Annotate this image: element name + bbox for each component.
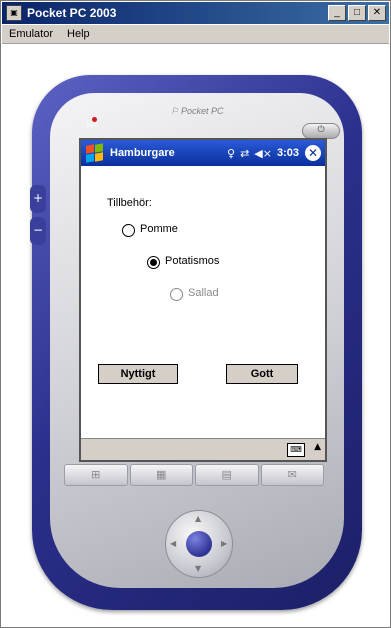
radio-sallad — [170, 288, 183, 301]
dpad-left-icon[interactable]: ◀ — [170, 539, 176, 548]
radio-potatismos[interactable] — [147, 256, 160, 269]
brand-label: Pocket PC — [181, 106, 224, 116]
minimize-button[interactable]: _ — [328, 5, 346, 21]
nyttigt-button[interactable]: Nyttigt — [98, 364, 178, 384]
start-flag-green — [95, 143, 103, 153]
calendar-icon[interactable]: ▦ — [129, 464, 193, 486]
device-screen: Hamburgare ♀ ⇄ ◀× 3:03 ✕ Tillbehör: Pomm… — [79, 138, 327, 462]
emulator-client-area: ⚐ Pocket PC REC + − ⏻ Hamburgare ♀ ⇄ ◀× — [2, 44, 389, 627]
emulator-window: ▣ Pocket PC 2003 _ □ ✕ Emulator Help ⚐ P… — [0, 0, 391, 628]
keyboard-icon[interactable]: ⌨ — [287, 443, 305, 457]
nav-title[interactable]: Hamburgare — [110, 147, 227, 159]
hardware-button-bar: ⊞ ▦ ▤ ✉ — [64, 464, 324, 486]
device-brand: ⚐ Pocket PC — [170, 106, 224, 116]
windows-icon[interactable]: ⊞ — [64, 464, 128, 486]
app-icon: ▣ — [6, 5, 22, 21]
volume-down-button[interactable]: − — [30, 217, 46, 245]
inbox-icon[interactable]: ✉ — [260, 464, 324, 486]
window-title: Pocket PC 2003 — [27, 6, 117, 20]
connectivity-icon[interactable]: ⇄ — [240, 147, 249, 160]
radio-pomme[interactable] — [122, 224, 135, 237]
start-flag-blue — [86, 153, 94, 163]
contacts-icon[interactable]: ▤ — [195, 464, 259, 486]
antenna-icon[interactable]: ♀ — [227, 147, 235, 160]
form-heading: Tillbehör: — [107, 197, 152, 209]
gott-button[interactable]: Gott — [226, 364, 298, 384]
menu-help[interactable]: Help — [60, 28, 97, 40]
form-content: Tillbehör: Pomme Potatismos Sallad Nytti… — [81, 166, 325, 438]
radio-label-sallad: Sallad — [188, 287, 219, 299]
navigation-bar: Hamburgare ♀ ⇄ ◀× 3:03 ✕ — [81, 140, 325, 166]
speaker-muted-icon[interactable]: ◀× — [254, 147, 272, 160]
radio-label-pomme[interactable]: Pomme — [140, 223, 178, 235]
start-flag-red — [86, 144, 94, 154]
start-flag-yellow — [95, 152, 103, 162]
dpad-down-icon[interactable]: ▼ — [195, 564, 201, 573]
radio-label-potatismos[interactable]: Potatismos — [165, 255, 219, 267]
dpad[interactable]: ▲ ▼ ◀ ▶ — [165, 510, 233, 578]
record-label: REC — [87, 123, 98, 129]
clock-time[interactable]: 3:03 — [277, 147, 299, 159]
radio-selected-dot — [150, 259, 157, 266]
command-bar: ⌨ ▲ — [81, 438, 325, 460]
volume-up-button[interactable]: + — [30, 185, 46, 213]
menu-bar: Emulator Help — [2, 25, 389, 44]
title-bar[interactable]: ▣ Pocket PC 2003 _ □ ✕ — [2, 2, 389, 24]
dpad-right-icon[interactable]: ▶ — [221, 539, 227, 548]
menu-emulator[interactable]: Emulator — [2, 28, 60, 40]
power-button[interactable]: ⏻ — [302, 123, 340, 139]
close-icon[interactable]: ✕ — [305, 145, 321, 161]
up-arrow-icon[interactable]: ▲ — [314, 442, 321, 452]
record-led — [92, 117, 97, 122]
maximize-button[interactable]: □ — [348, 5, 366, 21]
dpad-action-button[interactable] — [186, 531, 212, 557]
start-icon[interactable] — [83, 142, 105, 164]
close-button[interactable]: ✕ — [368, 5, 386, 21]
dpad-up-icon[interactable]: ▲ — [195, 514, 201, 523]
